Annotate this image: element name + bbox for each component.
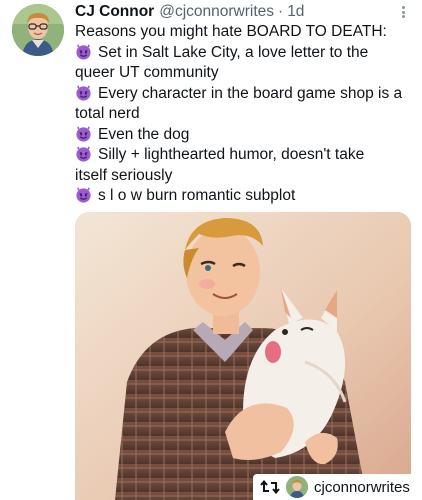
tweet-card[interactable]: CJ Connor @cjconnorwrites · 1d Reasons y…: [0, 0, 422, 500]
tweet-line-text: Reasons you might hate BOARD TO DEATH:: [75, 23, 387, 40]
reposter-avatar: [286, 476, 308, 498]
tweet-line-text: Silly + lighthearted humor, doesn't take: [98, 146, 365, 163]
tweet-header: CJ Connor @cjconnorwrites · 1d: [75, 2, 304, 22]
smiling-devil-emoji: [75, 84, 92, 101]
more-options-icon[interactable]: [396, 3, 410, 21]
tweet-line-text: total nerd: [75, 105, 140, 122]
repost-attribution[interactable]: cjconnorwrites: [253, 474, 422, 500]
tweet-text: Reasons you might hate BOARD TO DEATH: Se…: [75, 22, 415, 207]
tweet-timestamp[interactable]: 1d: [287, 2, 304, 22]
author-display-name[interactable]: CJ Connor: [75, 2, 154, 22]
smiling-devil-emoji: [75, 125, 92, 142]
tweet-line: itself seriously: [75, 166, 415, 187]
author-avatar[interactable]: [12, 4, 64, 56]
tweet-line-text: Even the dog: [98, 125, 190, 143]
reposter-username: cjconnorwrites: [314, 478, 410, 496]
tweet-line: Reasons you might hate BOARD TO DEATH:: [75, 22, 415, 43]
tweet-image[interactable]: [75, 212, 411, 500]
tweet-line-text: Set in Salt Lake City, a love letter to …: [98, 43, 369, 61]
tweet-line-text: queer UT community: [75, 64, 219, 81]
smiling-devil-emoji: [75, 186, 92, 203]
tweet-line: queer UT community: [75, 63, 415, 84]
tweet-line: s l o w burn romantic subplot: [75, 186, 415, 207]
separator-dot: ·: [278, 3, 284, 20]
tweet-line: Set in Salt Lake City, a love letter to …: [75, 43, 415, 64]
smiling-devil-emoji: [75, 43, 92, 60]
tweet-line-text: s l o w burn romantic subplot: [98, 187, 296, 204]
tweet-line-text: Every character in the board game shop i…: [98, 84, 403, 102]
repost-icon: [260, 479, 280, 495]
tweet-line-text: itself seriously: [75, 166, 173, 184]
smiling-devil-emoji: [75, 145, 92, 162]
tweet-line: Every character in the board game shop i…: [75, 84, 415, 105]
tweet-line: Even the dog: [75, 125, 415, 146]
tweet-line: Silly + lighthearted humor, doesn't take: [75, 145, 415, 166]
tweet-line: total nerd: [75, 104, 415, 125]
author-handle[interactable]: @cjconnorwrites: [159, 2, 274, 22]
